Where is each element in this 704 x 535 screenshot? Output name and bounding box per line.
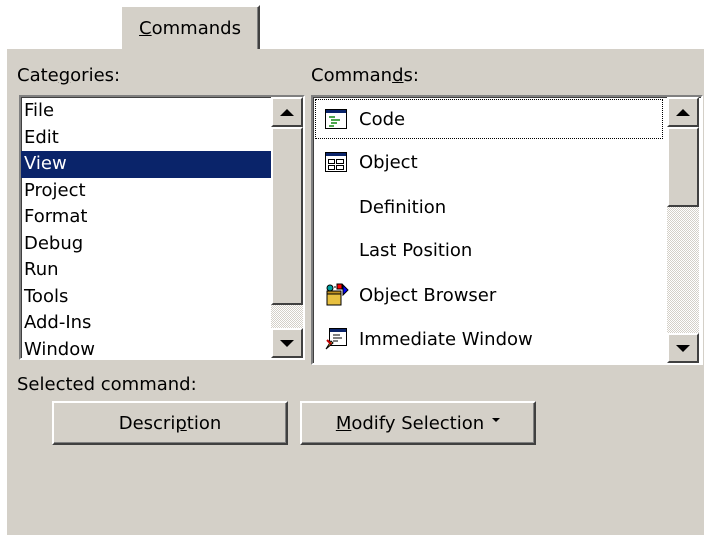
immediate-window-icon <box>319 322 353 356</box>
selected-command-label: Selected command: <box>17 374 197 395</box>
category-item-add-ins[interactable]: Add-Ins <box>21 310 271 337</box>
command-item-label: Definition <box>359 196 447 218</box>
modify-selection-button-label: Modify Selection <box>335 412 485 434</box>
command-item-label: Last Position <box>359 239 473 261</box>
command-item-immediate-window[interactable]: Immediate Window <box>313 317 665 361</box>
category-item-format[interactable]: Format <box>21 204 271 231</box>
command-item-label: Object Browser <box>359 284 497 306</box>
categories-scroll-up-button[interactable] <box>271 97 303 127</box>
blank-icon <box>319 233 353 267</box>
command-item-definition[interactable]: Definition <box>313 185 665 229</box>
category-item-view[interactable]: View <box>21 151 271 178</box>
commands-panel: Categories: Commands: File Edit View Projec… <box>5 47 704 535</box>
category-item-edit[interactable]: Edit <box>21 125 271 152</box>
command-item-label: Immediate Window <box>359 328 533 350</box>
commands-scrollbar[interactable] <box>667 97 699 363</box>
categories-list[interactable]: File Edit View Project Format Debug Run Tools Ad… <box>19 95 305 360</box>
categories-scrollbar[interactable] <box>271 97 303 358</box>
tab-commands-label: Commands <box>139 17 241 39</box>
arrow-down-icon <box>676 344 690 352</box>
arrow-up-icon <box>280 108 294 116</box>
category-item-file[interactable]: File <box>21 98 271 125</box>
blank-icon <box>319 190 353 224</box>
command-item-object-browser[interactable]: Object Browser <box>313 273 665 317</box>
command-item-code[interactable]: Code <box>313 97 665 141</box>
description-button-label: Description <box>118 412 222 434</box>
code-window-icon <box>319 102 353 136</box>
commands-scroll-down-button[interactable] <box>667 333 699 363</box>
command-item-object[interactable]: Object <box>313 140 665 184</box>
categories-scroll-thumb[interactable] <box>271 127 303 305</box>
category-item-run[interactable]: Run <box>21 257 271 284</box>
commands-list[interactable]: Code Object Definition Last Position Object … <box>311 95 703 365</box>
commands-label: Commands: <box>311 65 419 86</box>
arrow-down-icon <box>280 339 294 347</box>
object-browser-icon <box>319 278 353 312</box>
command-item-label: Code <box>359 108 406 130</box>
object-form-icon <box>319 145 353 179</box>
commands-scroll-thumb[interactable] <box>667 127 699 207</box>
command-item-last-position[interactable]: Last Position <box>313 228 665 272</box>
modify-selection-button[interactable]: Modify Selection <box>300 401 536 445</box>
description-button[interactable]: Description <box>52 401 288 445</box>
category-item-tools[interactable]: Tools <box>21 284 271 311</box>
command-item-label: Object <box>359 151 418 173</box>
commands-scroll-up-button[interactable] <box>667 97 699 127</box>
dropdown-caret-icon <box>492 418 501 422</box>
category-item-window[interactable]: Window <box>21 337 271 364</box>
tab-commands[interactable]: Commands <box>120 5 260 49</box>
category-item-debug[interactable]: Debug <box>21 231 271 258</box>
categories-label: Categories: <box>17 65 121 86</box>
category-item-project[interactable]: Project <box>21 178 271 205</box>
categories-scroll-down-button[interactable] <box>271 328 303 358</box>
arrow-up-icon <box>676 108 690 116</box>
